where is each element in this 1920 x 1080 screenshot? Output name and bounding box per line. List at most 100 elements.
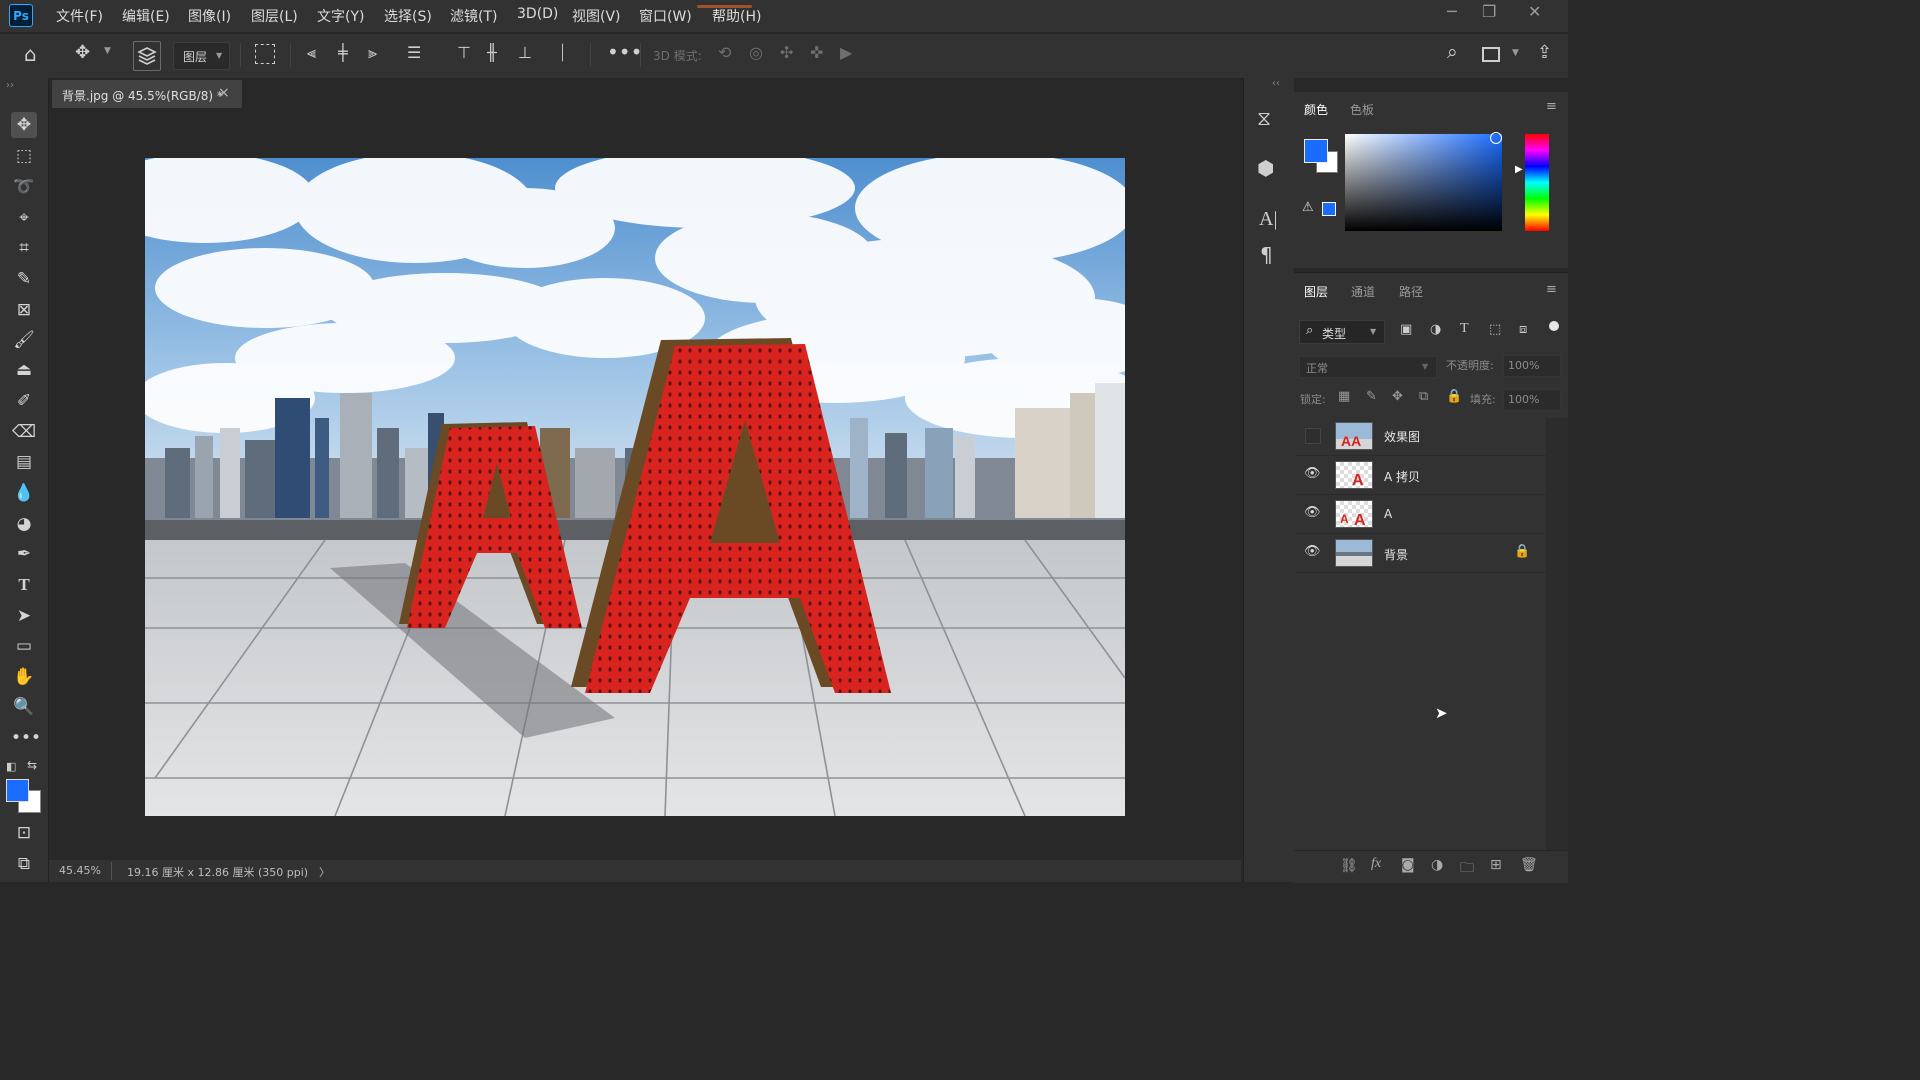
- add-mask-icon[interactable]: ◙: [1401, 857, 1415, 873]
- rectangle-tool[interactable]: ▭: [11, 633, 37, 659]
- frame-tool[interactable]: ⊠: [11, 297, 37, 323]
- web-color-chip[interactable]: [1322, 202, 1336, 216]
- 3d-camera-icon[interactable]: ▶: [840, 43, 852, 62]
- blur-tool[interactable]: 💧: [11, 480, 37, 506]
- menu-3d[interactable]: 3D(D): [517, 6, 558, 22]
- filter-shape-icon[interactable]: ⬚: [1489, 322, 1501, 337]
- gamut-warning-icon[interactable]: ⚠: [1302, 200, 1314, 215]
- new-group-icon[interactable]: 🗀: [1460, 857, 1474, 881]
- panel-menu-icon[interactable]: ≡: [1546, 282, 1557, 297]
- screen-mode-icon[interactable]: ⧉: [11, 851, 37, 877]
- filter-smart-object-icon[interactable]: ⧈: [1519, 322, 1527, 337]
- layer-row[interactable]: 👁 A A 拷贝: [1296, 456, 1546, 495]
- tab-layers[interactable]: 图层: [1304, 283, 1328, 300]
- close-window-icon[interactable]: ✕: [1528, 2, 1541, 21]
- filter-toggle[interactable]: [1549, 321, 1559, 331]
- restore-icon[interactable]: ❐: [1482, 2, 1496, 21]
- menu-select[interactable]: 选择(S): [384, 6, 432, 26]
- layers-scrollbar[interactable]: [1546, 418, 1568, 858]
- chevron-down-icon[interactable]: ▼: [1512, 48, 1519, 58]
- transform-controls-icon[interactable]: [255, 44, 275, 64]
- quick-selection-tool[interactable]: ⌖: [11, 205, 37, 231]
- 3d-pan-icon[interactable]: ✣: [780, 43, 793, 62]
- zoom-tool[interactable]: 🔍: [11, 694, 37, 720]
- eye-icon[interactable]: 👁: [1304, 505, 1321, 520]
- character-panel-icon[interactable]: A|: [1259, 208, 1277, 231]
- lock-brush-icon[interactable]: ✎: [1366, 389, 1377, 404]
- 3d-roll-icon[interactable]: ◎: [749, 43, 763, 62]
- swap-colors-icon[interactable]: ⇆: [27, 758, 37, 772]
- move-tool-icon[interactable]: ✥: [75, 42, 90, 63]
- align-top-icon[interactable]: ⊤: [457, 43, 471, 62]
- collapse-icon[interactable]: ‹‹: [1272, 78, 1280, 89]
- eyedropper-tool[interactable]: ✎: [11, 266, 37, 292]
- share-icon[interactable]: ⇪: [1537, 42, 1552, 63]
- foreground-color-swatch[interactable]: [6, 779, 29, 802]
- brush-tool[interactable]: 🖌: [11, 327, 37, 353]
- document-canvas[interactable]: [145, 158, 1125, 816]
- chevron-down-icon[interactable]: ▼: [104, 46, 111, 56]
- distribute-icon[interactable]: ☰: [407, 43, 421, 62]
- more-options-icon[interactable]: •••: [607, 40, 642, 64]
- marquee-tool[interactable]: ⬚: [11, 143, 37, 169]
- align-bottom-icon[interactable]: ⊥: [518, 43, 532, 62]
- align-right-icon[interactable]: ⫸: [368, 43, 377, 63]
- hue-slider-handle[interactable]: ▶: [1515, 164, 1523, 175]
- tab-paths[interactable]: 路径: [1399, 283, 1423, 300]
- tab-channels[interactable]: 通道: [1351, 283, 1375, 300]
- workspace-icon[interactable]: [1482, 47, 1500, 62]
- path-selection-tool[interactable]: ➤: [11, 603, 37, 629]
- align-vcenter-icon[interactable]: ╫: [487, 43, 497, 62]
- color-picker-cursor[interactable]: [1490, 132, 1502, 144]
- quick-mask-icon[interactable]: ⊡: [11, 820, 37, 846]
- tab-color[interactable]: 颜色: [1304, 101, 1328, 118]
- lock-position-icon[interactable]: ✥: [1392, 389, 1403, 404]
- filter-kind-dropdown[interactable]: ⌕ 类型 ▼: [1299, 320, 1385, 344]
- menu-layer[interactable]: 图层(L): [251, 6, 298, 26]
- fx-icon[interactable]: fx: [1371, 856, 1381, 872]
- menu-window[interactable]: 窗口(W): [639, 6, 692, 26]
- expand-icon[interactable]: ››: [6, 80, 14, 91]
- layer-row[interactable]: AA 效果图: [1296, 417, 1546, 456]
- crop-tool[interactable]: ⌗: [11, 235, 37, 261]
- move-tool[interactable]: ✥: [11, 112, 37, 138]
- 3d-panel-icon[interactable]: ⬢: [1257, 156, 1274, 180]
- lasso-tool[interactable]: ➰: [11, 174, 37, 200]
- eraser-tool[interactable]: ⌫: [11, 419, 37, 445]
- lock-artboard-icon[interactable]: ⧉: [1419, 389, 1428, 404]
- align-hcenter-icon[interactable]: ╪: [338, 43, 348, 62]
- panel-menu-icon[interactable]: ≡: [1546, 99, 1557, 114]
- status-menu-arrow[interactable]: 〉: [319, 864, 330, 880]
- adjustment-layer-icon[interactable]: ◑: [1431, 857, 1443, 873]
- 3d-slide-icon[interactable]: ✜: [810, 43, 823, 62]
- menu-edit[interactable]: 编辑(E): [122, 6, 170, 26]
- link-layers-icon[interactable]: ⛓: [1340, 858, 1358, 874]
- menu-type[interactable]: 文字(Y): [317, 6, 364, 26]
- paragraph-panel-icon[interactable]: ¶: [1260, 243, 1273, 267]
- home-icon[interactable]: ⌂: [24, 42, 37, 66]
- menu-filter[interactable]: 滤镜(T): [450, 6, 497, 26]
- layer-row[interactable]: 👁 AA A: [1296, 495, 1546, 534]
- new-layer-icon[interactable]: ⊞: [1490, 857, 1502, 873]
- 3d-orbit-icon[interactable]: ⟲: [718, 43, 731, 62]
- visibility-off-box[interactable]: [1305, 428, 1321, 444]
- layer-name[interactable]: A 拷贝: [1384, 468, 1420, 485]
- hand-tool[interactable]: ✋: [11, 664, 37, 690]
- align-left-icon[interactable]: ⫷: [307, 43, 316, 63]
- filter-pixel-icon[interactable]: ▣: [1400, 322, 1412, 337]
- menu-image[interactable]: 图像(I): [188, 6, 231, 26]
- hue-slider[interactable]: [1525, 134, 1549, 231]
- search-icon[interactable]: ⌕: [1447, 41, 1458, 63]
- menu-file[interactable]: 文件(F): [56, 6, 103, 26]
- lock-transparent-icon[interactable]: ▦: [1338, 389, 1350, 404]
- layer-row[interactable]: 👁 背景 🔒: [1296, 534, 1546, 573]
- history-panel-icon[interactable]: ⧖: [1257, 106, 1271, 130]
- layer-name[interactable]: 背景: [1384, 546, 1408, 563]
- dodge-tool[interactable]: ◕: [11, 511, 37, 537]
- menu-help[interactable]: 帮助(H): [712, 6, 761, 26]
- menu-view[interactable]: 视图(V): [572, 6, 621, 26]
- pen-tool[interactable]: ✒: [11, 541, 37, 567]
- blend-mode-dropdown[interactable]: 正常 ▼: [1299, 356, 1437, 378]
- delete-layer-icon[interactable]: 🗑: [1520, 857, 1538, 873]
- minimize-icon[interactable]: ─: [1447, 2, 1457, 21]
